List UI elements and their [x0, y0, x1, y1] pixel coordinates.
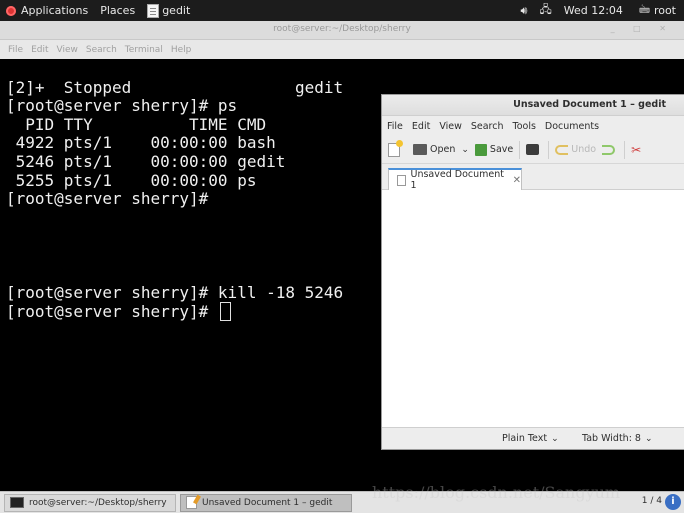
active-app-label: gedit: [162, 4, 191, 17]
open-button[interactable]: Open ⌄: [413, 144, 469, 155]
print-button[interactable]: [526, 144, 542, 155]
chevron-down-icon: ⌄: [461, 144, 469, 155]
taskbar-terminal[interactable]: root@server:~/Desktop/sherry: [4, 493, 176, 512]
undo-label: Undo: [571, 144, 597, 155]
places-label: Places: [100, 4, 136, 17]
watermark: https://blog.csdn.net/Sangyum: [372, 483, 621, 502]
taskbar-gedit[interactable]: Unsaved Document 1 – gedit: [180, 493, 352, 512]
terminal-menu-view[interactable]: View: [57, 45, 78, 55]
toolbar-separator: [548, 140, 550, 159]
terminal-line: [root@server sherry]# ps: [6, 96, 238, 115]
gedit-menu-documents[interactable]: Documents: [545, 121, 599, 132]
terminal-prompt-line: [root@server sherry]#: [6, 302, 231, 321]
toolbar-separator: [624, 140, 626, 159]
places-menu[interactable]: Places: [94, 0, 141, 21]
folder-icon: [413, 144, 427, 155]
gedit-menu-file[interactable]: File: [387, 121, 403, 132]
gedit-menu-view[interactable]: View: [439, 121, 462, 132]
gedit-statusbar: Plain Text ⌄ Tab Width: 8 ⌄: [382, 427, 684, 449]
user-label: root: [653, 4, 676, 17]
tab-unsaved-document-1[interactable]: Unsaved Document 1 ✕: [388, 168, 522, 191]
save-button[interactable]: Save: [474, 143, 514, 156]
gedit-menu-tools[interactable]: Tools: [513, 121, 536, 132]
save-icon: [474, 143, 487, 156]
print-icon: [526, 144, 540, 155]
tab-width-selector[interactable]: Tab Width: 8 ⌄: [582, 433, 653, 444]
gedit-tab-bar: Unsaved Document 1 ✕: [382, 164, 684, 191]
gedit-window: Unsaved Document 1 – gedit File Edit Vie…: [381, 94, 684, 450]
user-menu[interactable]: 🖮︎ root: [631, 0, 684, 21]
terminal-line: [2]+ Stopped gedit: [6, 78, 344, 97]
applications-label: Applications: [21, 4, 89, 17]
terminal-line: [root@server sherry]#: [6, 189, 209, 208]
top-panel: Applications Places gedit 🔊︎ 🖧︎ Wed 12:0…: [0, 0, 684, 21]
terminal-cursor: [219, 302, 231, 321]
clock[interactable]: Wed 12:04: [556, 0, 631, 21]
terminal-prompt: [root@server sherry]#: [6, 302, 218, 321]
volume-icon[interactable]: 🔊︎: [513, 0, 536, 21]
active-app-indicator[interactable]: gedit: [147, 3, 191, 18]
undo-button[interactable]: Undo: [555, 144, 596, 155]
gedit-toolbar: Open ⌄ Save Undo ✂: [382, 136, 684, 164]
terminal-titlebar[interactable]: root@server:~/Desktop/sherry _ □ ✕: [0, 21, 684, 40]
gedit-menubar: File Edit View Search Tools Documents: [382, 116, 684, 136]
terminal-menu-file[interactable]: File: [8, 45, 23, 55]
terminal-icon: [10, 497, 24, 508]
terminal-line: 5246 pts/1 00:00:00 gedit: [6, 152, 286, 171]
cut-button[interactable]: ✂: [631, 144, 646, 156]
terminal-menu-help[interactable]: Help: [171, 45, 192, 55]
chevron-down-icon: ⌄: [644, 433, 653, 444]
redo-icon: [602, 144, 616, 155]
workspace-pager[interactable]: 1 / 4: [642, 496, 662, 506]
new-document-icon: [388, 139, 403, 157]
applications-menu[interactable]: Applications: [0, 0, 94, 21]
terminal-menu-search[interactable]: Search: [86, 45, 117, 55]
notification-icon[interactable]: i: [665, 494, 681, 510]
chevron-down-icon: ⌄: [551, 433, 559, 444]
network-icon[interactable]: 🖧︎: [535, 0, 555, 21]
open-label: Open: [430, 144, 456, 155]
user-icon: 🖮︎: [638, 3, 650, 16]
document-icon: [397, 174, 406, 186]
toolbar-separator: [519, 140, 521, 159]
terminal-menu-terminal[interactable]: Terminal: [125, 45, 163, 55]
taskbar-terminal-label: root@server:~/Desktop/sherry: [29, 497, 167, 508]
gedit-icon: [147, 3, 160, 18]
save-label: Save: [489, 144, 514, 155]
terminal-title: root@server:~/Desktop/sherry: [273, 24, 411, 34]
terminal-line: [root@server sherry]# kill -18 5246: [6, 283, 344, 302]
gedit-titlebar[interactable]: Unsaved Document 1 – gedit: [382, 95, 684, 116]
gedit-menu-search[interactable]: Search: [471, 121, 504, 132]
language-label: Plain Text: [502, 433, 548, 444]
undo-icon: [555, 144, 569, 155]
new-document-button[interactable]: [388, 139, 403, 157]
gedit-title: Unsaved Document 1 – gedit: [513, 99, 666, 110]
redo-button[interactable]: [602, 144, 618, 155]
tab-width-label: Tab Width: 8: [582, 433, 641, 444]
gnome-foot-icon: [6, 5, 16, 16]
terminal-menubar: File Edit View Search Terminal Help: [0, 40, 684, 59]
tab-label: Unsaved Document 1: [410, 169, 504, 191]
terminal-menu-edit[interactable]: Edit: [31, 45, 48, 55]
close-icon[interactable]: ✕: [513, 175, 521, 186]
scissors-icon: ✂: [631, 142, 642, 157]
taskbar-gedit-label: Unsaved Document 1 – gedit: [202, 497, 333, 508]
terminal-line: PID TTY TIME CMD: [6, 115, 267, 134]
window-controls[interactable]: _ □ ✕: [611, 24, 674, 33]
language-selector[interactable]: Plain Text ⌄: [502, 433, 559, 444]
gedit-text-area[interactable]: [382, 192, 684, 426]
gedit-icon: [186, 496, 197, 509]
terminal-line: 4922 pts/1 00:00:00 bash: [6, 133, 276, 152]
terminal-line: 5255 pts/1 00:00:00 ps: [6, 171, 257, 190]
gedit-menu-edit[interactable]: Edit: [412, 121, 430, 132]
